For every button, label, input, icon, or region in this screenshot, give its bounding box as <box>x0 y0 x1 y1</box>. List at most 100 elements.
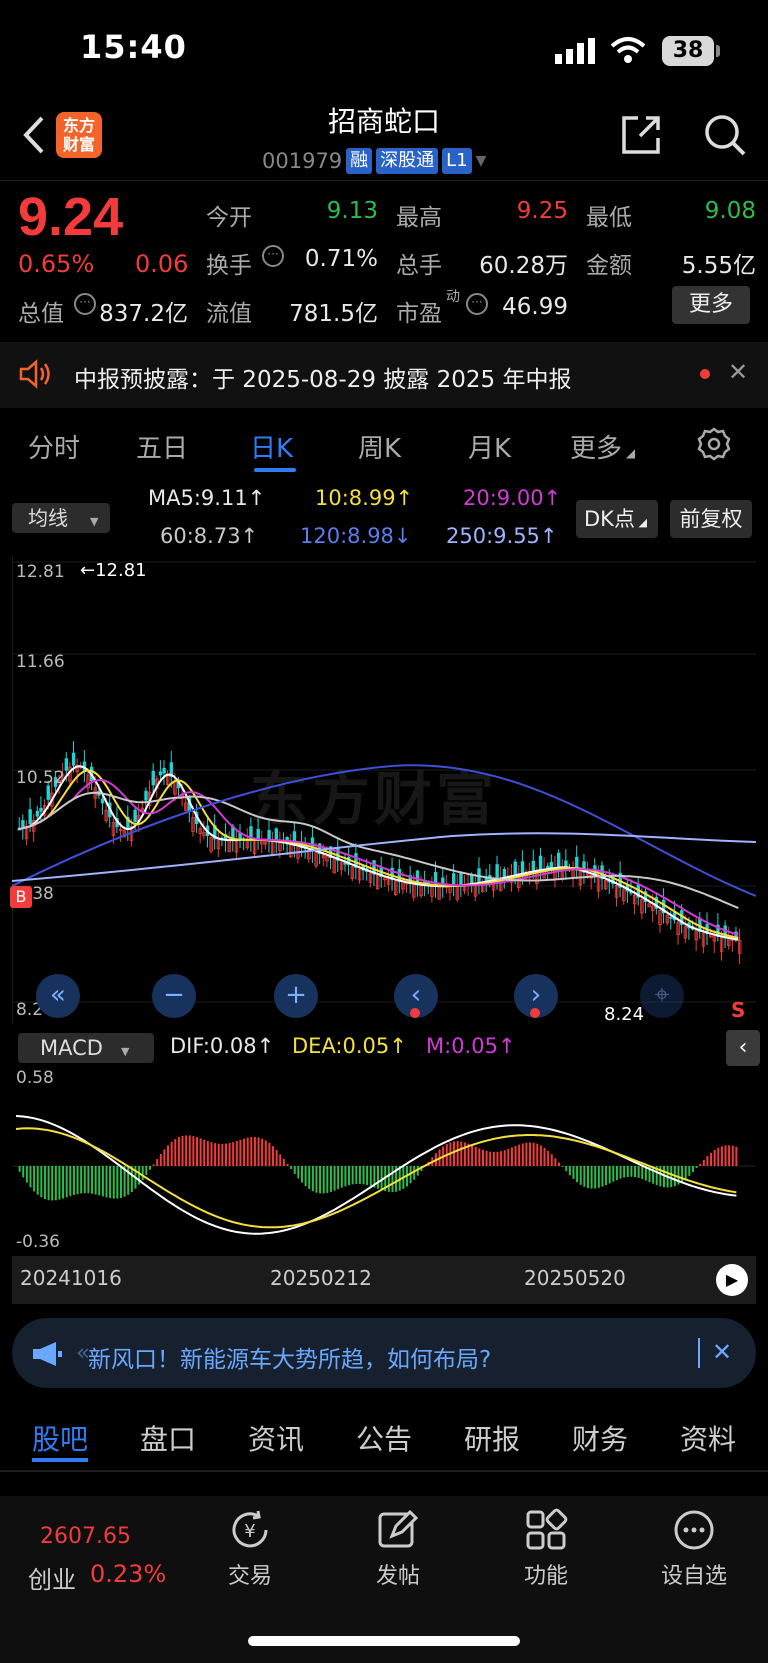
info-icon[interactable]: ··· <box>466 293 488 315</box>
tab-five-day[interactable]: 五日 <box>136 428 188 465</box>
index-label[interactable]: 创业 <box>28 1560 76 1595</box>
indicator-select-label: MACD <box>40 1036 103 1060</box>
value-total-value: 837.2亿 <box>99 301 188 327</box>
label-total-value: 总值 <box>18 301 64 327</box>
tab-divider <box>0 1470 768 1472</box>
macd-chart[interactable] <box>12 1066 756 1256</box>
functions-icon[interactable] <box>524 1508 568 1552</box>
chevron-down-icon: ▼ <box>120 1045 130 1058</box>
marker-dot <box>530 1008 540 1018</box>
ma60-value: 60:8.73↑ <box>160 524 259 548</box>
tab-active-indicator <box>32 1458 88 1462</box>
ma-select-label: 均线 <box>28 506 68 530</box>
tab-forum[interactable]: 股吧 <box>32 1418 88 1458</box>
y-tick-label: 10.52 <box>16 768 65 788</box>
tab-financials[interactable]: 财务 <box>572 1418 628 1458</box>
candle-body <box>495 864 499 879</box>
candle-body <box>549 862 554 869</box>
post-icon[interactable] <box>376 1508 420 1552</box>
nav-functions[interactable]: 功能 <box>496 1558 596 1590</box>
y-tick-label: 11.66 <box>16 652 65 672</box>
tab-monthly-k[interactable]: 月K <box>468 428 511 465</box>
x-tick-label: 20241016 <box>20 1266 122 1290</box>
header-divider <box>0 180 768 181</box>
candle-body <box>470 874 474 884</box>
close-icon[interactable]: ✕ <box>712 1338 732 1366</box>
candle-body <box>459 872 463 886</box>
ma5-line <box>17 765 739 941</box>
more-button[interactable]: 更多 <box>672 286 750 324</box>
candle-body <box>39 807 43 812</box>
watchlist-icon[interactable] <box>672 1508 716 1552</box>
tab-daily-k[interactable]: 日K <box>250 428 293 465</box>
ma10-line <box>17 769 739 939</box>
last-price: 9.24 <box>18 187 124 247</box>
close-icon[interactable]: ✕ <box>728 358 748 386</box>
share-icon[interactable] <box>618 112 664 158</box>
wifi-icon <box>610 37 646 63</box>
tab-news[interactable]: 资讯 <box>248 1418 304 1458</box>
settings-gear-icon[interactable] <box>696 426 732 462</box>
macd-m: M:0.05↑ <box>426 1034 516 1058</box>
tab-weekly-k[interactable]: 周K <box>358 428 401 465</box>
label-turnover: 换手 <box>206 253 252 279</box>
candle-body <box>133 809 137 823</box>
tab-intraday[interactable]: 分时 <box>28 428 80 465</box>
value-volume: 60.28万 <box>479 253 568 279</box>
index-percent[interactable]: 0.23% <box>90 1560 166 1588</box>
nav-watchlist[interactable]: 设自选 <box>644 1558 744 1590</box>
tab-more[interactable]: 更多 ◢ <box>570 428 635 465</box>
candle-body <box>669 916 673 919</box>
label-amount: 金额 <box>586 253 632 279</box>
notice-text: 中报预披露：于 2025-08-29 披露 2025 年中报 <box>74 367 572 393</box>
marker-dot <box>410 1008 420 1018</box>
stock-code-row[interactable]: 001979 融 深股通 L1 ▼ <box>262 148 486 174</box>
crosshair-icon[interactable]: ⌖ <box>640 974 684 1018</box>
dk-point-button[interactable]: DK点 ◢ <box>576 500 658 538</box>
tab-profile[interactable]: 资料 <box>680 1418 736 1458</box>
pe-dynamic-sup: 动 <box>446 289 460 305</box>
value-amount: 5.55亿 <box>681 253 756 279</box>
tab-announcements[interactable]: 公告 <box>356 1418 412 1458</box>
zoom-in-icon[interactable]: + <box>274 974 318 1018</box>
ma20-line <box>17 778 739 936</box>
ma120-value: 120:8.98↓ <box>300 524 412 548</box>
nav-post[interactable]: 发帖 <box>348 1558 448 1590</box>
macd-dif: DIF:0.08↑ <box>170 1034 275 1058</box>
battery-nub <box>716 45 720 57</box>
indicator-select[interactable]: MACD ▼ <box>18 1033 154 1063</box>
change-amount: 0.06 <box>135 250 189 278</box>
search-icon[interactable] <box>702 112 748 158</box>
megaphone-icon <box>33 1342 62 1366</box>
ma20-value: 20:9.00↑ <box>463 486 562 510</box>
tab-research[interactable]: 研报 <box>464 1418 520 1458</box>
candle-body <box>502 868 507 878</box>
info-icon[interactable]: ··· <box>74 293 96 315</box>
info-icon[interactable]: ··· <box>262 245 284 267</box>
x-tick-label: 20250520 <box>524 1266 626 1290</box>
buy-marker[interactable]: B <box>10 886 32 908</box>
candlestick-chart[interactable] <box>12 556 756 1024</box>
signal-icon <box>555 38 595 64</box>
candle-body <box>100 798 105 804</box>
candle-body <box>21 820 25 829</box>
scroll-left-fast-icon[interactable]: « <box>36 974 80 1018</box>
tab-active-indicator <box>254 468 296 472</box>
adjust-button[interactable]: 前复权 <box>670 500 752 538</box>
sell-marker[interactable]: S <box>731 998 745 1022</box>
tag-margin: 融 <box>346 148 373 174</box>
collapse-icon[interactable]: ‹ <box>726 1030 760 1066</box>
candle-body <box>343 862 347 865</box>
ma-select[interactable]: 均线 ▼ <box>12 503 110 533</box>
ma250-value: 250:9.55↑ <box>446 524 558 548</box>
tab-orderbook[interactable]: 盘口 <box>140 1418 196 1458</box>
trade-icon[interactable]: ¥ <box>228 1508 272 1552</box>
candle-body <box>64 758 69 771</box>
home-indicator <box>248 1636 520 1646</box>
zoom-out-icon[interactable]: − <box>152 974 196 1018</box>
index-value[interactable]: 2607.65 <box>40 1524 131 1549</box>
chevron-down-icon: ▼ <box>475 153 487 169</box>
status-time: 15:40 <box>80 28 187 66</box>
nav-trade[interactable]: 交易 <box>200 1558 300 1590</box>
play-next-icon[interactable]: ▶ <box>716 1264 748 1296</box>
